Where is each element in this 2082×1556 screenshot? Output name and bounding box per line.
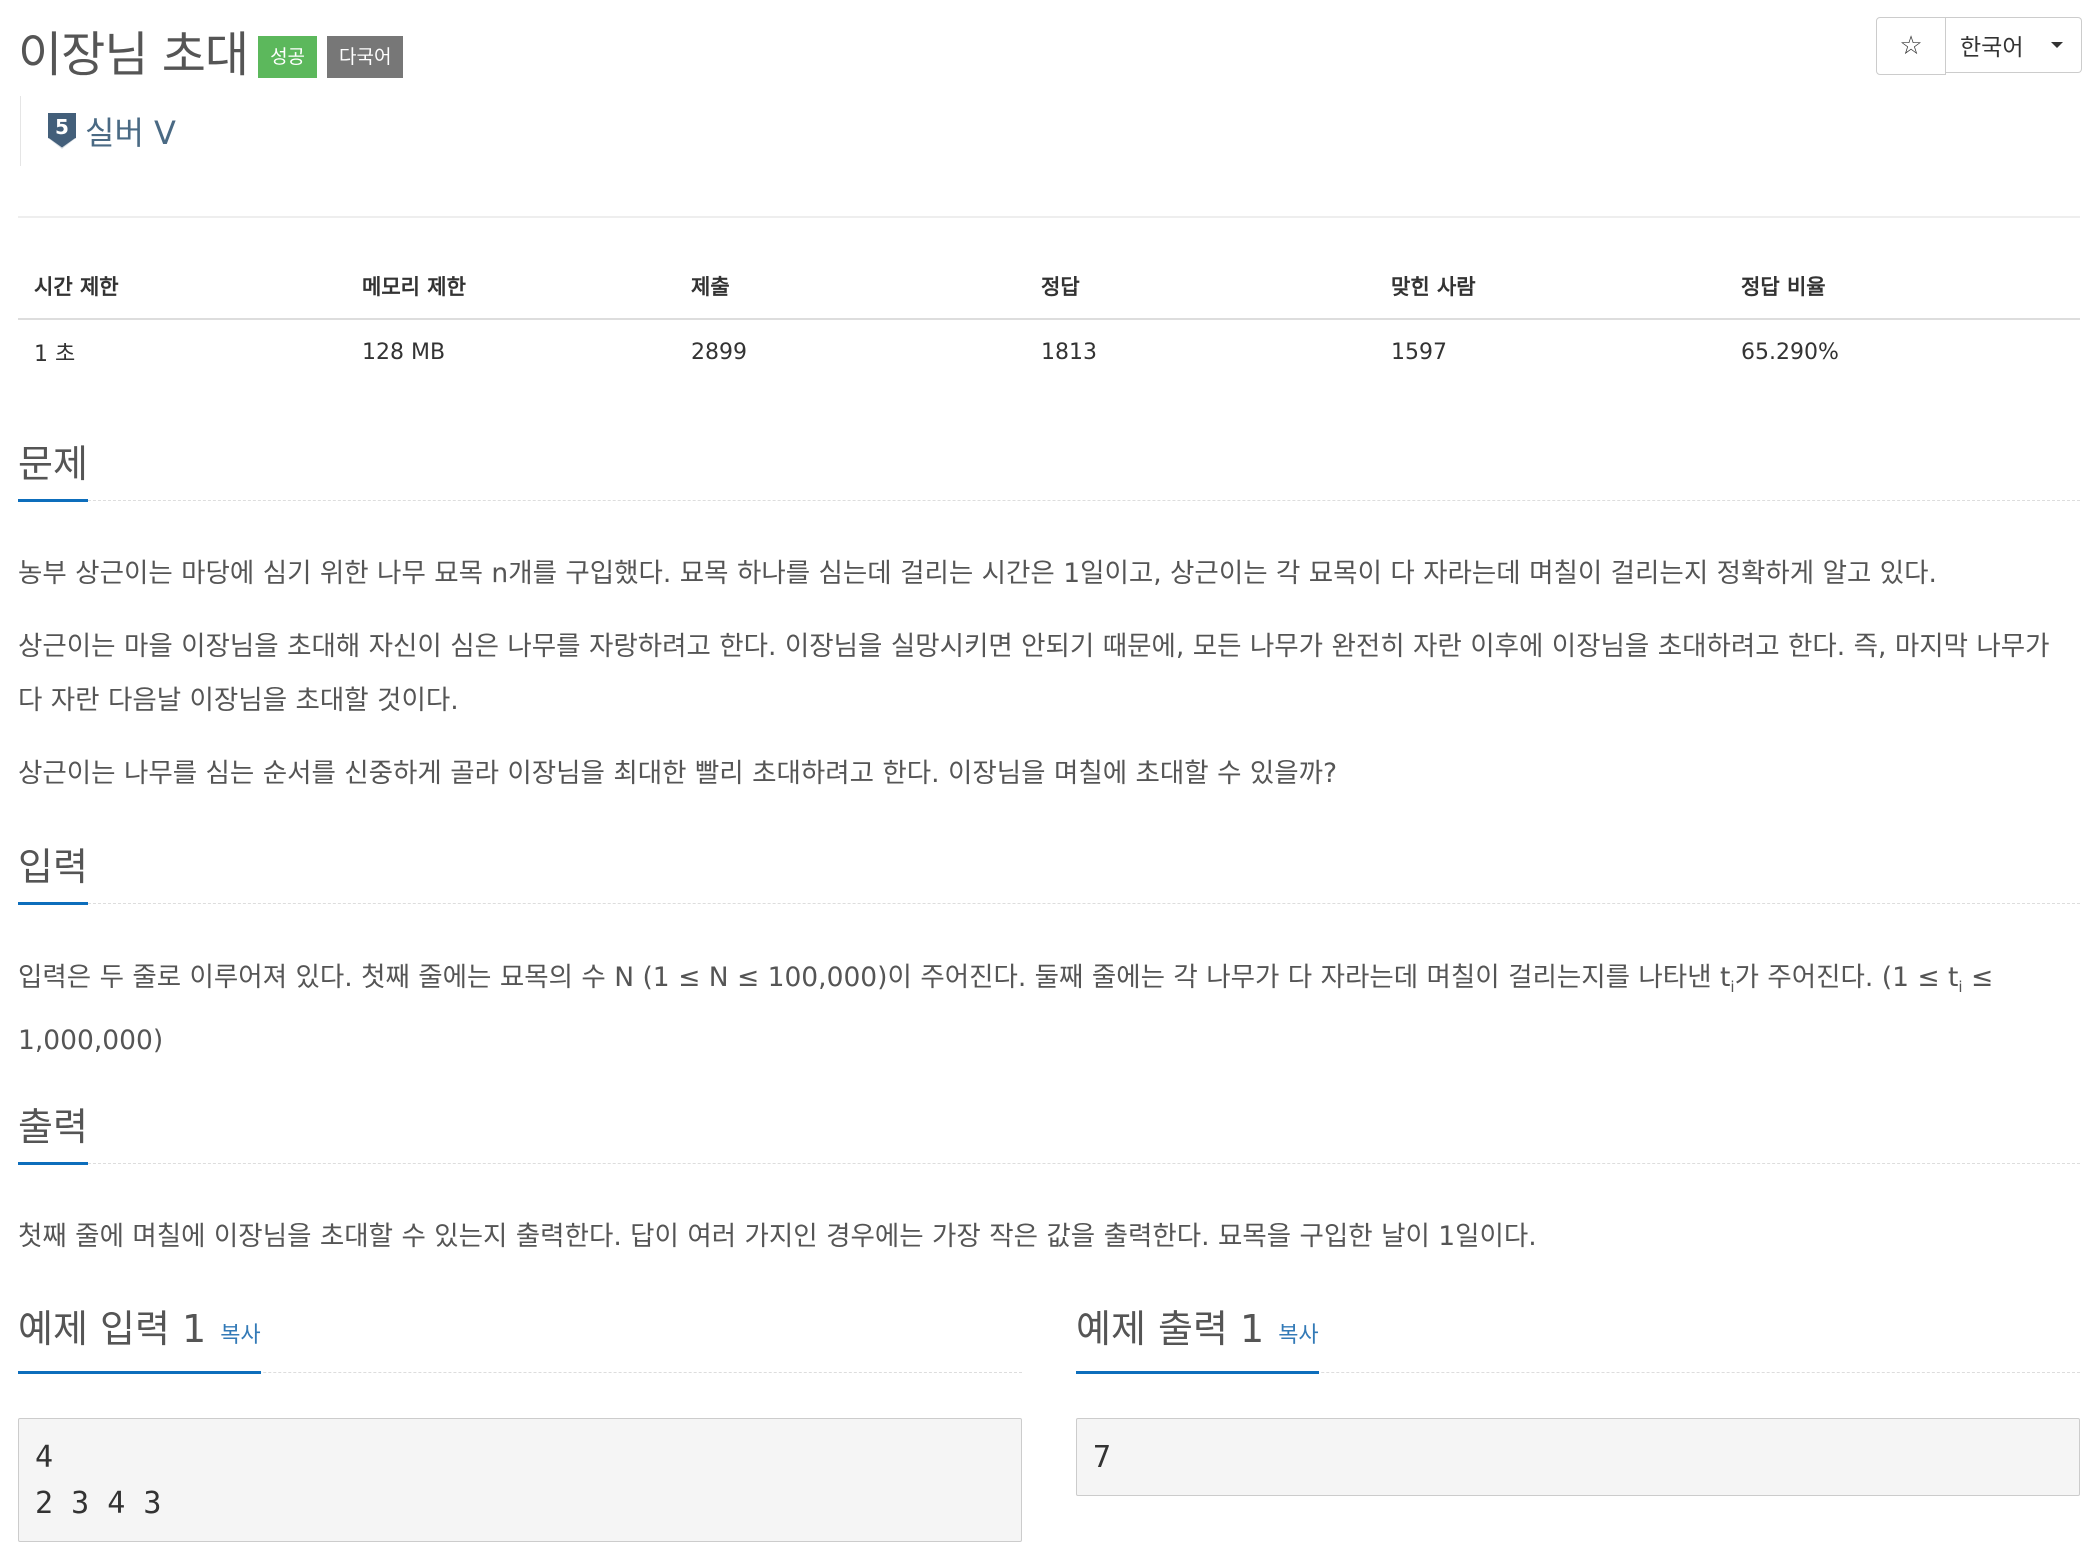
value-accepted[interactable]: 1813 (1025, 319, 1375, 384)
header-time-limit: 시간 제한 (18, 254, 346, 320)
input-description: 입력은 두 줄로 이루어져 있다. 첫째 줄에는 묘목의 수 N (1 ≤ N … (18, 951, 2080, 1068)
success-badge: 성공 (258, 36, 318, 78)
problem-paragraph: 상근이는 마을 이장님을 초대해 자신이 심은 나무를 자랑하려고 한다. 이장… (18, 631, 2050, 716)
toolbar: ☆ 한국어 (1876, 17, 2082, 75)
input-section-heading: 입력 (18, 843, 2080, 905)
tier-label: 실버 V (85, 114, 176, 152)
output-section-heading: 출력 (18, 1103, 2080, 1165)
table-row: 1 초 128 MB 2899 1813 1597 65.290% (18, 319, 2080, 384)
output-description: 첫째 줄에 며칠에 이장님을 초대할 수 있는지 출력한다. 답이 여러 가지인… (18, 1221, 1537, 1252)
tier-number: 5 (55, 115, 69, 139)
problem-info-table: 시간 제한 메모리 제한 제출 정답 맞힌 사람 정답 비율 1 초 128 M… (18, 254, 2080, 384)
copy-input-button[interactable]: 복사 (220, 1323, 260, 1348)
problem-paragraph: 농부 상근이는 마당에 심기 위한 나무 묘목 n개를 구입했다. 묘목 하나를… (18, 558, 1937, 589)
value-memory-limit: 128 MB (362, 339, 446, 365)
sample-output-title: 예제 출력 1 (1076, 1307, 1265, 1351)
value-ratio: 65.290% (1741, 339, 1839, 365)
input-text-a: 입력은 두 줄로 이루어져 있다. 첫째 줄에는 묘목의 수 N (1 ≤ N … (18, 962, 1731, 993)
input-text-b: 가 주어진다. (1 ≤ t (1734, 962, 1959, 993)
problem-section-heading: 문제 (18, 440, 2080, 502)
value-submissions[interactable]: 2899 (675, 319, 1025, 384)
caret-down-icon (2051, 42, 2064, 48)
problem-page: 이장님 초대 성공 다국어 5 실버 V ☆ 한국어 시간 제한 메모리 제한 … (0, 0, 2082, 1556)
input-section-title: 입력 (18, 844, 88, 905)
sample-input-title: 예제 입력 1 (18, 1307, 207, 1351)
problem-title: 이장님 초대 (18, 27, 249, 83)
divider (18, 216, 2080, 218)
language-label: 한국어 (1960, 35, 2024, 61)
title-row: 이장님 초대 성공 다국어 (18, 18, 404, 83)
header-submissions: 제출 (675, 254, 1025, 320)
sample-output-box[interactable]: 7 (1076, 1418, 2080, 1496)
sample-input-heading: 예제 입력 1 복사 (18, 1307, 1022, 1374)
favorite-button[interactable]: ☆ (1876, 17, 1946, 75)
sample-output-heading-label: 예제 출력 1 복사 (1076, 1306, 1319, 1374)
copy-output-button[interactable]: 복사 (1278, 1323, 1318, 1348)
star-icon: ☆ (1899, 31, 1923, 61)
sample-input-heading-label: 예제 입력 1 복사 (18, 1306, 261, 1374)
language-dropdown[interactable]: 한국어 (1946, 17, 2082, 73)
problem-section-title: 문제 (18, 441, 88, 502)
problem-paragraph: 상근이는 나무를 심는 순서를 신중하게 골라 이장님을 최대한 빨리 초대하려… (18, 758, 1338, 789)
sample-input-box[interactable]: 4 2 3 4 3 (18, 1418, 1022, 1542)
tier-shield-icon: 5 (47, 113, 77, 150)
value-time-limit: 1 초 (34, 342, 76, 367)
table-header-row: 시간 제한 메모리 제한 제출 정답 맞힌 사람 정답 비율 (18, 254, 2080, 320)
sample-output-heading: 예제 출력 1 복사 (1076, 1307, 2080, 1374)
header-accepted: 정답 (1025, 254, 1375, 320)
output-section-title: 출력 (18, 1104, 88, 1165)
tier-indicator[interactable]: 5 실버 V (20, 96, 176, 166)
multilang-badge: 다국어 (327, 36, 404, 78)
header-ratio: 정답 비율 (1725, 254, 2080, 320)
header-memory-limit: 메모리 제한 (346, 254, 675, 320)
value-solvers[interactable]: 1597 (1375, 319, 1725, 384)
header-solvers: 맞힌 사람 (1375, 254, 1725, 320)
